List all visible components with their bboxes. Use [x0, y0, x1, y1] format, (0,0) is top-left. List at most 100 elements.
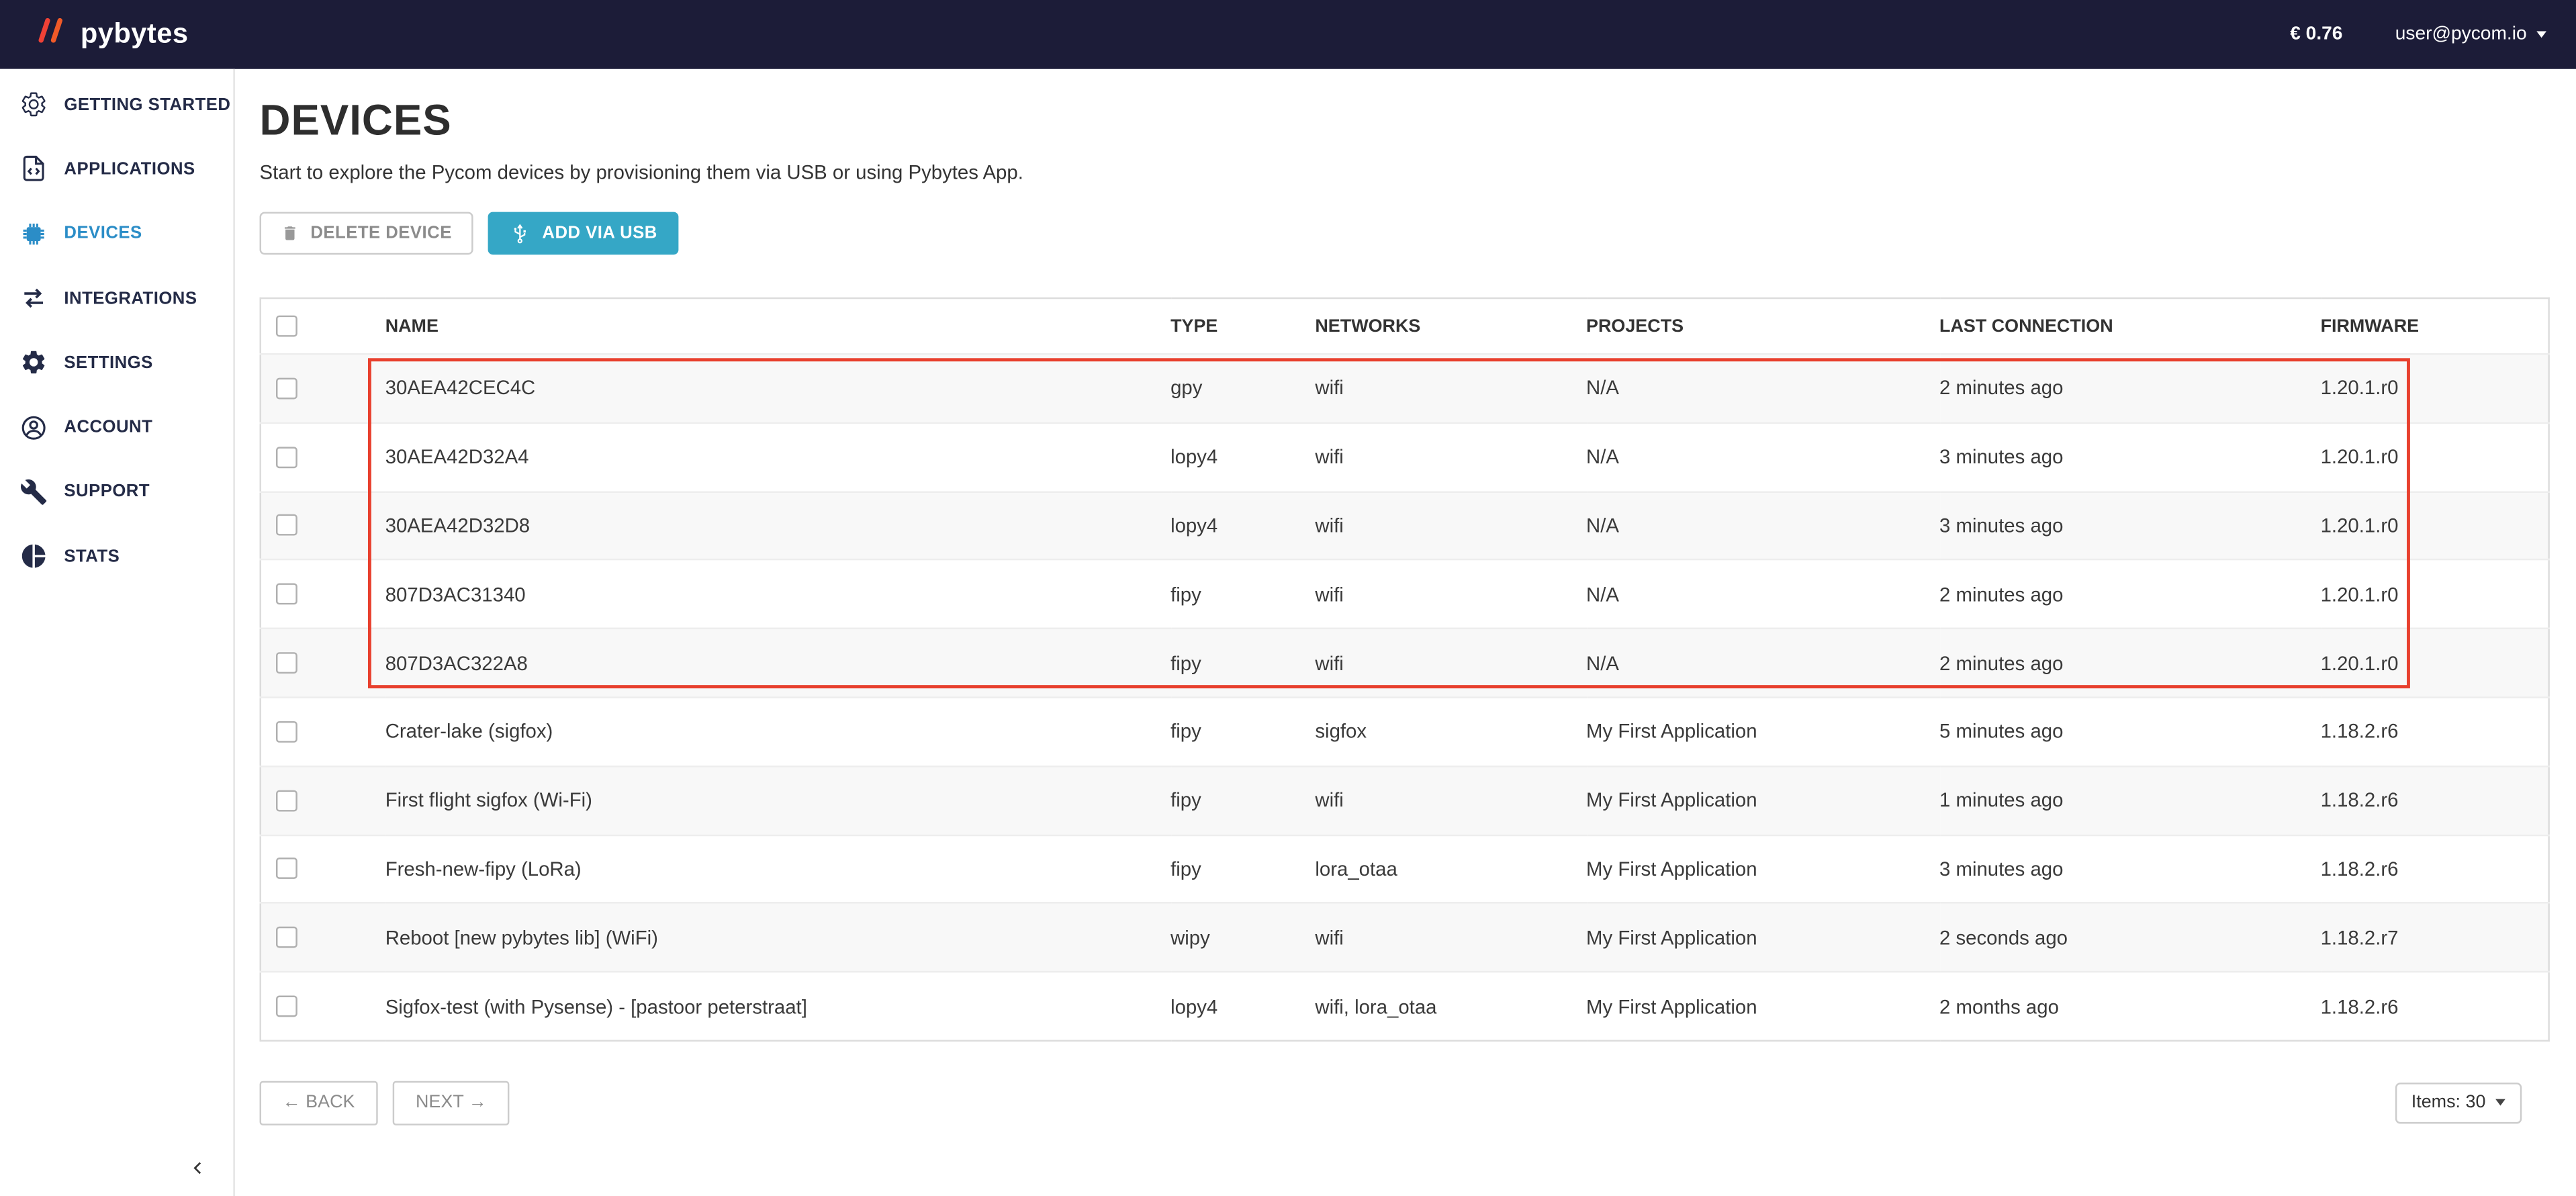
- user-menu[interactable]: user@pycom.io: [2395, 25, 2546, 44]
- next-button[interactable]: NEXT →: [393, 1081, 510, 1125]
- sidebar-item-account[interactable]: ACCOUNT: [0, 395, 233, 459]
- navbar-right: € 0.76 user@pycom.io: [2290, 25, 2546, 44]
- sidebar-item-label: STATS: [64, 547, 120, 566]
- cell-firmware: 1.18.2.r6: [2321, 972, 2549, 1040]
- row-checkbox[interactable]: [276, 515, 297, 537]
- column-header-last-connection[interactable]: LAST CONNECTION: [1939, 298, 2321, 354]
- cell-name: 30AEA42CEC4C: [385, 354, 1170, 422]
- cell-name: Sigfox-test (with Pysense) - [pastoor pe…: [385, 972, 1170, 1040]
- sidebar-item-stats[interactable]: STATS: [0, 524, 233, 589]
- arrows-exchange-icon: [18, 283, 48, 313]
- sidebar-item-label: GETTING STARTED: [64, 95, 230, 114]
- brand[interactable]: pybytes: [36, 18, 189, 51]
- cell-networks: wifi: [1315, 903, 1586, 972]
- cell-type: fipy: [1170, 560, 1315, 629]
- caret-down-icon: [2536, 31, 2546, 38]
- add-via-usb-button[interactable]: ADD VIA USB: [488, 212, 679, 255]
- person-circle-icon: [18, 412, 48, 442]
- table-row[interactable]: Fresh-new-fipy (LoRa) fipy lora_otaa My …: [261, 835, 2549, 903]
- cell-networks: wifi: [1315, 629, 1586, 697]
- column-header-firmware[interactable]: FIRMWARE: [2321, 298, 2549, 354]
- sidebar-item-support[interactable]: SUPPORT: [0, 459, 233, 524]
- sidebar-item-settings[interactable]: SETTINGS: [0, 330, 233, 395]
- select-all-checkbox[interactable]: [276, 316, 297, 337]
- cell-firmware: 1.20.1.r0: [2321, 492, 2549, 560]
- cell-last-connection: 2 months ago: [1939, 972, 2321, 1040]
- devices-table: NAME TYPE NETWORKS PROJECTS LAST CONNECT…: [260, 297, 2550, 1042]
- cell-last-connection: 3 minutes ago: [1939, 835, 2321, 903]
- cell-networks: wifi: [1315, 422, 1586, 491]
- cell-networks: wifi, lora_otaa: [1315, 972, 1586, 1040]
- cell-projects: My First Application: [1586, 903, 1939, 972]
- cell-firmware: 1.20.1.r0: [2321, 629, 2549, 697]
- cell-firmware: 1.18.2.r6: [2321, 697, 2549, 766]
- cell-projects: My First Application: [1586, 766, 1939, 835]
- row-checkbox[interactable]: [276, 447, 297, 468]
- code-document-icon: [18, 154, 48, 184]
- row-checkbox[interactable]: [276, 927, 297, 948]
- table-row[interactable]: 807D3AC322A8 fipy wifi N/A 2 minutes ago…: [261, 629, 2549, 697]
- row-checkbox[interactable]: [276, 996, 297, 1017]
- pagination: ← BACK NEXT → Items: 30: [260, 1081, 2550, 1125]
- sidebar-item-label: SUPPORT: [64, 482, 150, 502]
- row-checkbox[interactable]: [276, 721, 297, 743]
- cell-type: gpy: [1170, 354, 1315, 422]
- sidebar-item-label: DEVICES: [64, 224, 142, 243]
- sidebar-item-label: INTEGRATIONS: [64, 288, 197, 308]
- row-checkbox-cell: [261, 629, 385, 697]
- cell-last-connection: 3 minutes ago: [1939, 422, 2321, 491]
- table-row[interactable]: 30AEA42CEC4C gpy wifi N/A 2 minutes ago …: [261, 354, 2549, 422]
- cell-firmware: 1.18.2.r6: [2321, 835, 2549, 903]
- sidebar-item-applications[interactable]: APPLICATIONS: [0, 137, 233, 201]
- cell-projects: N/A: [1586, 560, 1939, 629]
- table-row[interactable]: First flight sigfox (Wi-Fi) fipy wifi My…: [261, 766, 2549, 835]
- delete-device-button[interactable]: DELETE DEVICE: [260, 212, 473, 255]
- cell-last-connection: 1 minutes ago: [1939, 766, 2321, 835]
- table-row[interactable]: Sigfox-test (with Pysense) - [pastoor pe…: [261, 972, 2549, 1040]
- row-checkbox[interactable]: [276, 377, 297, 399]
- row-checkbox[interactable]: [276, 858, 297, 880]
- cell-firmware: 1.20.1.r0: [2321, 422, 2549, 491]
- sidebar-collapse-button[interactable]: [183, 1150, 212, 1187]
- sidebar-item-label: ACCOUNT: [64, 418, 152, 437]
- row-checkbox[interactable]: [276, 790, 297, 811]
- cell-name: Fresh-new-fipy (LoRa): [385, 835, 1170, 903]
- cell-last-connection: 3 minutes ago: [1939, 492, 2321, 560]
- cell-type: wipy: [1170, 903, 1315, 972]
- cell-networks: wifi: [1315, 492, 1586, 560]
- column-header-type[interactable]: TYPE: [1170, 298, 1315, 354]
- cell-type: lopy4: [1170, 492, 1315, 560]
- column-header-projects[interactable]: PROJECTS: [1586, 298, 1939, 354]
- cell-projects: N/A: [1586, 492, 1939, 560]
- items-per-page-dropdown[interactable]: Items: 30: [2395, 1083, 2522, 1123]
- sidebar-item-devices[interactable]: DEVICES: [0, 201, 233, 266]
- page-title: DEVICES: [260, 95, 2576, 144]
- cell-type: fipy: [1170, 629, 1315, 697]
- column-header-networks[interactable]: NETWORKS: [1315, 298, 1586, 354]
- gear-icon: [18, 348, 48, 377]
- cell-name: 807D3AC31340: [385, 560, 1170, 629]
- sidebar-item-integrations[interactable]: INTEGRATIONS: [0, 266, 233, 330]
- cell-type: lopy4: [1170, 422, 1315, 491]
- table-row[interactable]: 30AEA42D32A4 lopy4 wifi N/A 3 minutes ag…: [261, 422, 2549, 491]
- row-checkbox[interactable]: [276, 584, 297, 605]
- row-checkbox-cell: [261, 354, 385, 422]
- trash-icon: [281, 224, 299, 243]
- back-button[interactable]: ← BACK: [260, 1081, 378, 1125]
- user-email: user@pycom.io: [2395, 25, 2527, 44]
- row-checkbox[interactable]: [276, 652, 297, 674]
- cell-last-connection: 2 minutes ago: [1939, 629, 2321, 697]
- table-row[interactable]: Crater-lake (sigfox) fipy sigfox My Firs…: [261, 697, 2549, 766]
- cell-networks: lora_otaa: [1315, 835, 1586, 903]
- chip-icon: [18, 219, 48, 248]
- column-header-name[interactable]: NAME: [385, 298, 1170, 354]
- table-row[interactable]: Reboot [new pybytes lib] (WiFi) wipy wif…: [261, 903, 2549, 972]
- sidebar-item-getting-started[interactable]: GETTING STARTED: [0, 73, 233, 137]
- table-row[interactable]: 30AEA42D32D8 lopy4 wifi N/A 3 minutes ag…: [261, 492, 2549, 560]
- row-checkbox-cell: [261, 835, 385, 903]
- cell-networks: wifi: [1315, 766, 1586, 835]
- table-row[interactable]: 807D3AC31340 fipy wifi N/A 2 minutes ago…: [261, 560, 2549, 629]
- cell-projects: N/A: [1586, 422, 1939, 491]
- cell-last-connection: 2 minutes ago: [1939, 560, 2321, 629]
- table-header: NAME TYPE NETWORKS PROJECTS LAST CONNECT…: [261, 298, 2549, 354]
